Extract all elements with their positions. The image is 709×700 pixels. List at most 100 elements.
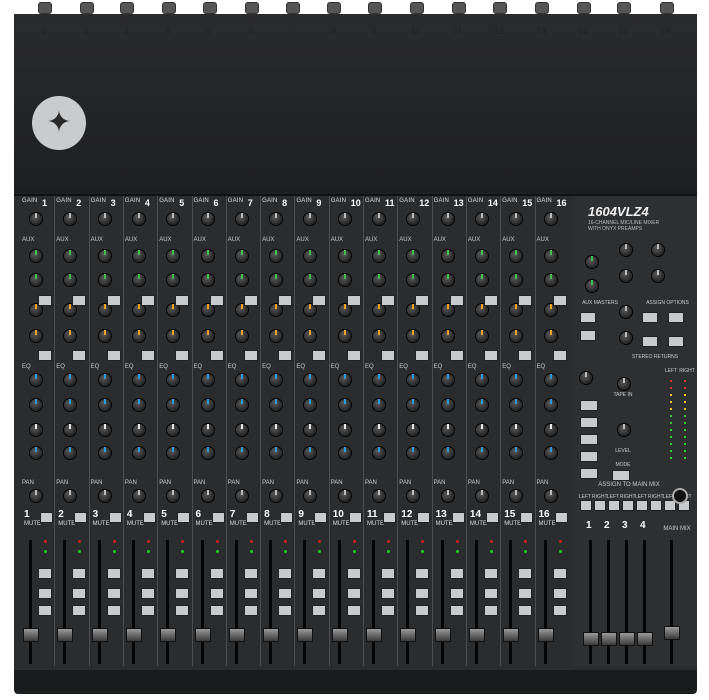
eq-knob[interactable] (475, 374, 488, 386)
aux-knob[interactable] (201, 274, 214, 286)
pre-button[interactable] (72, 295, 87, 306)
rear-jack[interactable] (38, 2, 52, 14)
rear-jack[interactable] (493, 2, 507, 14)
channel-fader[interactable] (366, 628, 382, 642)
solo-button[interactable] (415, 568, 430, 579)
assign-option-button[interactable] (642, 336, 658, 347)
pre-button[interactable] (243, 295, 258, 306)
assign-1-2-button[interactable] (312, 588, 327, 599)
mute-button[interactable] (142, 512, 156, 523)
assign-1-2-button[interactable] (140, 588, 155, 599)
level-knob[interactable] (618, 424, 630, 436)
stereo-return-knob[interactable] (620, 270, 632, 282)
source-button[interactable] (580, 451, 598, 462)
pre-button[interactable] (278, 295, 293, 306)
mute-button[interactable] (108, 512, 122, 523)
solo-button[interactable] (312, 568, 327, 579)
pre-button[interactable] (312, 295, 327, 306)
eq-knob[interactable] (475, 447, 488, 459)
aux-knob[interactable] (235, 274, 248, 286)
assign-3-4-button[interactable] (483, 605, 498, 616)
assign-1-2-button[interactable] (415, 588, 430, 599)
pre-button[interactable] (106, 350, 121, 361)
rear-jack[interactable] (660, 2, 674, 14)
pan-knob[interactable] (235, 490, 248, 502)
assign-1-2-button[interactable] (346, 588, 361, 599)
channel-fader[interactable] (160, 628, 177, 642)
stereo-return-knob[interactable] (620, 306, 632, 318)
eq-knob[interactable] (235, 399, 248, 411)
solo-button[interactable] (278, 568, 293, 579)
pre-button[interactable] (449, 295, 464, 306)
mute-button[interactable] (177, 512, 191, 523)
assign-1-2-button[interactable] (106, 588, 121, 599)
eq-knob[interactable] (544, 374, 557, 386)
gain-knob[interactable] (544, 213, 557, 225)
eq-knob[interactable] (30, 447, 42, 459)
aux-solo-button[interactable] (580, 330, 596, 341)
gain-knob[interactable] (132, 213, 145, 225)
channel-fader[interactable] (57, 628, 74, 642)
aux-knob[interactable] (270, 274, 283, 286)
aux-knob[interactable] (30, 330, 42, 342)
rear-jack[interactable] (577, 2, 591, 14)
eq-knob[interactable] (475, 424, 488, 436)
pre-button[interactable] (175, 295, 190, 306)
aux-master-knob[interactable] (586, 256, 598, 268)
pre-button[interactable] (140, 350, 155, 361)
aux-knob[interactable] (132, 250, 145, 262)
assign-main-mix-button[interactable] (622, 500, 634, 511)
eq-knob[interactable] (201, 374, 214, 386)
aux-knob[interactable] (475, 250, 488, 262)
solo-button[interactable] (106, 568, 121, 579)
assign-main-mix-button[interactable] (636, 500, 648, 511)
aux-knob[interactable] (30, 250, 42, 262)
aux-knob[interactable] (338, 274, 351, 286)
aux-knob[interactable] (201, 330, 214, 342)
pre-button[interactable] (552, 295, 567, 306)
aux-master-knob[interactable] (586, 280, 598, 292)
eq-knob[interactable] (30, 399, 42, 411)
pre-button[interactable] (243, 350, 258, 361)
aux-knob[interactable] (235, 250, 248, 262)
assign-3-4-button[interactable] (381, 605, 395, 616)
pre-button[interactable] (72, 350, 87, 361)
eq-knob[interactable] (132, 424, 145, 436)
aux-knob[interactable] (373, 250, 385, 262)
mute-button[interactable] (451, 512, 465, 523)
eq-knob[interactable] (30, 374, 42, 386)
pre-button[interactable] (175, 350, 190, 361)
aux-knob[interactable] (373, 330, 385, 342)
assign-1-2-button[interactable] (175, 588, 190, 599)
eq-knob[interactable] (338, 399, 351, 411)
eq-knob[interactable] (544, 399, 557, 411)
rear-jack[interactable] (327, 2, 341, 14)
assign-1-2-button[interactable] (381, 588, 395, 599)
eq-knob[interactable] (270, 447, 283, 459)
solo-button[interactable] (483, 568, 498, 579)
assign-3-4-button[interactable] (552, 605, 567, 616)
pre-button[interactable] (346, 295, 361, 306)
gain-knob[interactable] (235, 213, 248, 225)
pre-button[interactable] (312, 350, 327, 361)
pan-knob[interactable] (98, 490, 111, 502)
eq-knob[interactable] (441, 447, 454, 459)
headphones-icon[interactable] (672, 488, 688, 504)
assign-main-mix-button[interactable] (608, 500, 620, 511)
assign-1-2-button[interactable] (243, 588, 258, 599)
assign-1-2-button[interactable] (209, 588, 224, 599)
eq-knob[interactable] (373, 447, 385, 459)
solo-button[interactable] (38, 568, 52, 579)
eq-knob[interactable] (338, 374, 351, 386)
main-mix-fader[interactable] (664, 626, 680, 640)
mute-button[interactable] (417, 512, 431, 523)
solo-button[interactable] (381, 568, 395, 579)
assign-3-4-button[interactable] (106, 605, 121, 616)
gain-knob[interactable] (98, 213, 111, 225)
eq-knob[interactable] (98, 424, 111, 436)
aux-knob[interactable] (30, 274, 42, 286)
assign-option-button[interactable] (668, 336, 684, 347)
eq-knob[interactable] (235, 424, 248, 436)
eq-knob[interactable] (201, 424, 214, 436)
gain-knob[interactable] (338, 213, 351, 225)
